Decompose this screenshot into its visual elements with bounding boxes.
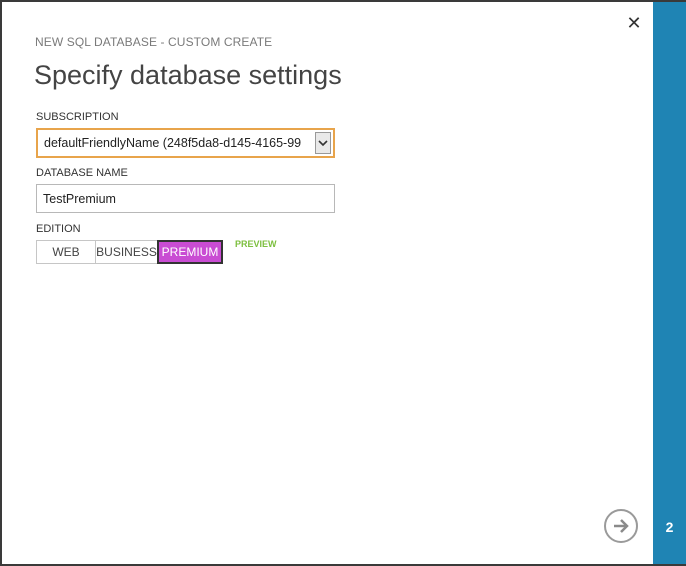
edition-toggle-group: WEB BUSINESS PREMIUM bbox=[36, 240, 223, 264]
step-number: 2 bbox=[665, 519, 674, 535]
edition-label: EDITION bbox=[36, 223, 81, 235]
page-title: Specify database settings bbox=[34, 60, 342, 90]
database-name-input[interactable] bbox=[36, 184, 335, 213]
preview-badge: PREVIEW bbox=[235, 239, 277, 249]
subscription-value: defaultFriendlyName (248f5da8-d145-4165-… bbox=[44, 136, 302, 150]
wizard-step-rail: 2 bbox=[653, 2, 686, 564]
next-button[interactable] bbox=[604, 509, 638, 543]
create-database-dialog: ✕ NEW SQL DATABASE - CUSTOM CREATE Speci… bbox=[0, 0, 686, 566]
chevron-down-icon[interactable] bbox=[315, 132, 331, 154]
wizard-title: NEW SQL DATABASE - CUSTOM CREATE bbox=[35, 35, 273, 49]
edition-business-button[interactable]: BUSINESS bbox=[95, 240, 158, 264]
edition-web-button[interactable]: WEB bbox=[36, 240, 96, 264]
subscription-select[interactable]: defaultFriendlyName (248f5da8-d145-4165-… bbox=[36, 128, 335, 158]
database-name-label: DATABASE NAME bbox=[36, 167, 128, 179]
close-icon[interactable]: ✕ bbox=[626, 14, 642, 32]
subscription-label: SUBSCRIPTION bbox=[36, 111, 119, 123]
edition-premium-button[interactable]: PREMIUM bbox=[157, 240, 223, 264]
arrow-right-icon bbox=[614, 519, 629, 533]
